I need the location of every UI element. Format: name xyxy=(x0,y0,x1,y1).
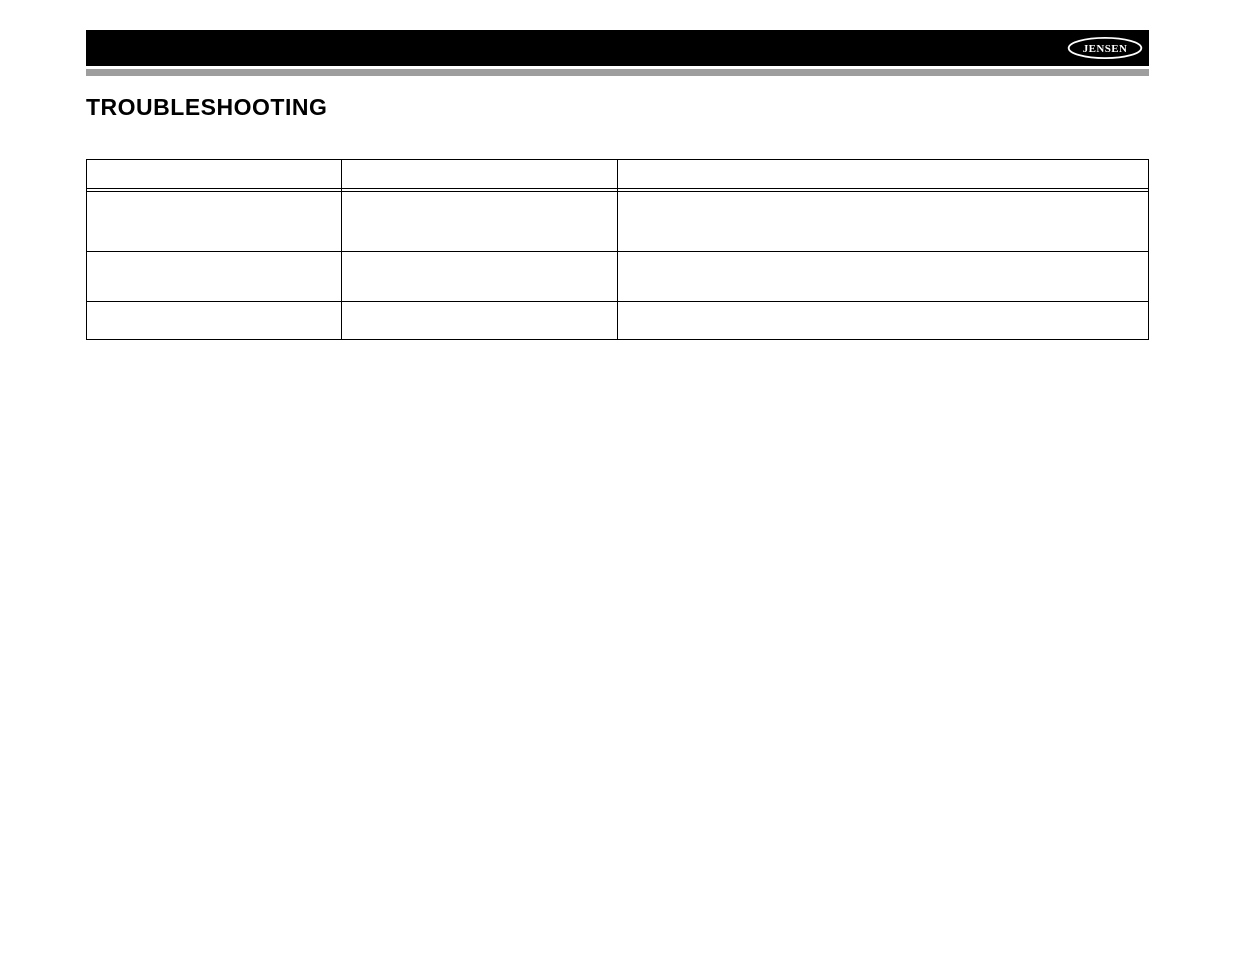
table-header-cause xyxy=(341,160,617,188)
table-row xyxy=(87,192,1149,252)
table-header-problem xyxy=(87,160,342,188)
cell-action xyxy=(617,252,1148,302)
table-header-row xyxy=(87,160,1149,188)
troubleshooting-table xyxy=(86,159,1149,340)
cell-cause xyxy=(341,252,617,302)
header-bar: JENSEN xyxy=(86,30,1149,66)
logo-text: JENSEN xyxy=(1083,43,1128,55)
cell-problem xyxy=(87,192,342,252)
header-divider xyxy=(86,68,1149,76)
jensen-logo: JENSEN xyxy=(1067,36,1143,60)
table-row xyxy=(87,302,1149,340)
cell-cause xyxy=(341,302,617,340)
cell-problem xyxy=(87,252,342,302)
table-header-action xyxy=(617,160,1148,188)
cell-problem xyxy=(87,302,342,340)
cell-action xyxy=(617,192,1148,252)
section-title: TROUBLESHOOTING xyxy=(86,94,1149,121)
cell-cause xyxy=(341,192,617,252)
table-row xyxy=(87,252,1149,302)
cell-action xyxy=(617,302,1148,340)
